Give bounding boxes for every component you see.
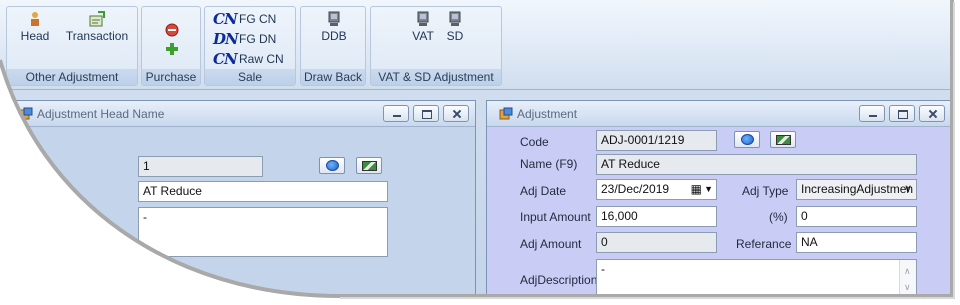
picture-button[interactable]	[356, 157, 382, 174]
ribbon-group-label: Purchase	[142, 69, 200, 85]
close-button[interactable]	[919, 105, 945, 122]
adj-amount-field[interactable]: 0	[596, 232, 717, 253]
ribbon-group-sale: CN FG CN DN FG DN CN Raw CN Sale	[204, 6, 296, 86]
chevron-down-icon[interactable]: ∨	[904, 180, 912, 199]
close-button[interactable]	[443, 105, 469, 122]
maximize-button[interactable]	[413, 105, 439, 122]
raw-cn-label: Raw CN	[239, 52, 284, 66]
ribbon: Head Transaction Other Adjustment Purcha…	[0, 0, 960, 90]
cn-icon: CN	[213, 10, 237, 28]
adj-type-select[interactable]: IncreasingAdjustmen ∨	[796, 179, 917, 200]
head-button[interactable]: Head	[17, 11, 53, 43]
percent-label: (%)	[769, 210, 788, 224]
search-button[interactable]	[319, 157, 345, 174]
ribbon-group-label: VAT & SD Adjustment	[371, 69, 501, 85]
ribbon-group-draw-back: DDB Draw Back	[300, 6, 366, 86]
search-icon	[741, 134, 754, 145]
head-icon	[27, 11, 43, 27]
input-amount-field[interactable]: 16,000	[596, 206, 717, 227]
description-label: AdjDescription	[520, 273, 598, 287]
minimize-button[interactable]	[383, 105, 409, 122]
ribbon-group-label: Other Adjustment	[7, 69, 137, 85]
computer-icon	[326, 11, 342, 27]
ribbon-group-label: Sale	[205, 69, 295, 85]
vat-button[interactable]: VAT	[409, 11, 437, 43]
type-label: Adj Type	[742, 184, 789, 198]
adjustment-head-window: Adjustment Head Name 1 AT Reduce -	[6, 100, 476, 305]
ribbon-group-label: Draw Back	[301, 69, 365, 85]
date-picker[interactable]: 23/Dec/2019 ▦ ▼	[596, 179, 717, 200]
name-field[interactable]: AT Reduce	[596, 154, 917, 175]
picture-icon	[776, 135, 791, 145]
ribbon-group-other-adjustment: Head Transaction Other Adjustment	[6, 6, 138, 86]
date-value: 23/Dec/2019	[601, 182, 670, 196]
date-label: Adj Date	[520, 184, 567, 198]
description-scrollbar[interactable]: ∧ ∨	[899, 260, 916, 298]
adj-type-value: IncreasingAdjustmen	[801, 182, 914, 196]
app-window: Head Transaction Other Adjustment Purcha…	[0, 0, 960, 305]
dn-icon: DN	[213, 30, 238, 48]
search-button[interactable]	[734, 131, 760, 148]
ddb-button-label: DDB	[321, 29, 347, 43]
head-button-label: Head	[20, 29, 50, 43]
head-id-field[interactable]: 1	[138, 156, 263, 177]
sd-button[interactable]: SD	[443, 11, 467, 43]
description-value: -	[601, 262, 605, 276]
raw-cn-button[interactable]: CN Raw CN	[213, 49, 284, 69]
picture-icon	[362, 161, 377, 171]
transaction-button[interactable]: Transaction	[62, 11, 132, 43]
code-field[interactable]: ADJ-0001/1219	[596, 130, 717, 151]
cn-icon: CN	[213, 50, 237, 68]
code-label: Code	[520, 135, 549, 149]
transaction-icon	[88, 11, 106, 27]
minus-circle-icon	[165, 23, 179, 37]
name-label: Name (F9)	[520, 157, 578, 171]
calendar-icon[interactable]: ▦	[691, 180, 702, 199]
computer-icon	[415, 11, 431, 27]
sd-button-label: SD	[446, 29, 464, 43]
ribbon-group-purchase: Purchase	[141, 6, 201, 86]
head-description-field[interactable]: -	[138, 207, 388, 257]
picture-button[interactable]	[770, 131, 796, 148]
fg-dn-label: FG DN	[239, 32, 277, 46]
minimize-button[interactable]	[859, 105, 885, 122]
computer-icon	[447, 11, 463, 27]
window-titlebar[interactable]: Adjustment	[487, 101, 951, 127]
ribbon-group-vat-sd: VAT SD VAT & SD Adjustment	[370, 6, 502, 86]
percent-field[interactable]: 0	[796, 206, 917, 227]
reference-label: Referance	[736, 237, 792, 251]
form-icon	[19, 107, 33, 121]
purchase-remove-button[interactable]	[162, 23, 182, 40]
purchase-add-button[interactable]	[162, 42, 182, 59]
adj-amount-label: Adj Amount	[520, 237, 582, 251]
description-field[interactable]: - ∧ ∨	[596, 259, 917, 299]
window-titlebar[interactable]: Adjustment Head Name	[7, 101, 475, 127]
scroll-down-icon[interactable]: ∨	[904, 278, 911, 296]
maximize-button[interactable]	[889, 105, 915, 122]
transaction-button-label: Transaction	[65, 29, 129, 43]
reference-field[interactable]: NA	[796, 232, 917, 253]
plus-icon	[165, 42, 179, 56]
fg-dn-button[interactable]: DN FG DN	[213, 29, 276, 49]
search-icon	[326, 160, 339, 171]
input-amount-label: Input Amount	[520, 210, 591, 224]
window-title: Adjustment	[517, 107, 578, 121]
adjustment-window: Adjustment Code ADJ-0001/1219 Name (F9) …	[486, 100, 952, 305]
head-name-field[interactable]: AT Reduce	[138, 181, 388, 202]
chevron-down-icon[interactable]: ▼	[704, 180, 713, 199]
ddb-button[interactable]: DDB	[314, 11, 354, 43]
fg-cn-button[interactable]: CN FG CN	[213, 9, 276, 29]
vat-button-label: VAT	[412, 29, 434, 43]
window-title: Adjustment Head Name	[37, 107, 165, 121]
form-icon	[499, 107, 513, 121]
fg-cn-label: FG CN	[239, 12, 277, 26]
